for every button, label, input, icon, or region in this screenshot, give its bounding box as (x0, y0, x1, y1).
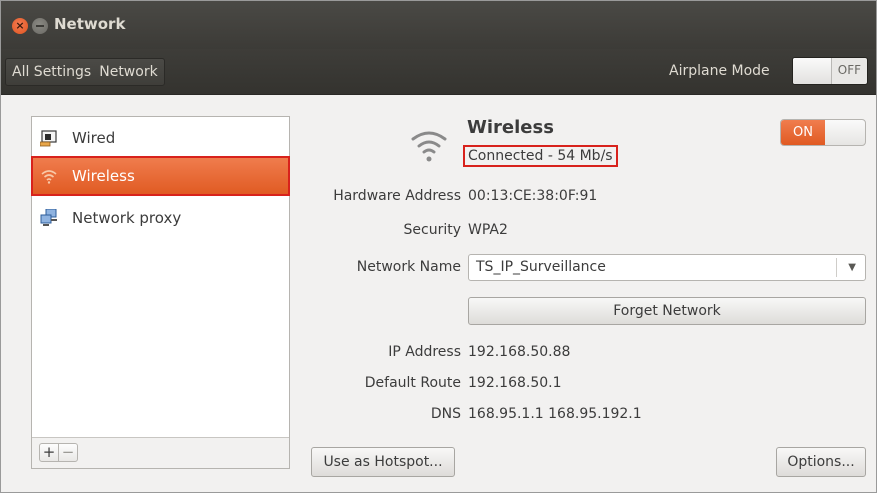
sidebar-item-network-proxy[interactable]: Network proxy (32, 199, 289, 237)
dns-label: DNS (430, 406, 461, 422)
use-as-hotspot-button[interactable]: Use as Hotspot... (311, 447, 455, 477)
dns-value: 168.95.1.1 168.95.192.1 (468, 406, 642, 422)
hardware-address-value: 00:13:CE:38:0F:91 (468, 188, 598, 204)
sidebar-item-wireless[interactable]: Wireless (31, 156, 290, 196)
connection-status: Connected - 54 Mb/s (463, 145, 618, 167)
window-title: Network (54, 15, 126, 33)
switch-knob (793, 58, 832, 84)
default-route-value: 192.168.50.1 (468, 375, 562, 391)
network-name-select[interactable]: TS_IP_Surveillance ▼ (468, 254, 866, 281)
toolbar: All Settings Network Airplane Mode OFF (1, 49, 876, 95)
connection-heading: Wireless (467, 117, 554, 138)
breadcrumb-all-settings[interactable]: All Settings (12, 64, 91, 80)
forget-network-button[interactable]: Forget Network (468, 297, 866, 325)
add-connection-button[interactable]: + (39, 443, 59, 462)
wireless-power-state: ON (781, 120, 825, 145)
airplane-mode-switch[interactable]: OFF (792, 57, 868, 85)
title-bar: × Network (1, 1, 876, 49)
network-name-value: TS_IP_Surveillance (476, 259, 606, 275)
security-value: WPA2 (468, 222, 508, 238)
chevron-down-icon: ▼ (848, 262, 856, 273)
sidebar-item-wired[interactable]: Wired (32, 119, 289, 157)
minimize-window-button[interactable] (32, 18, 48, 34)
connection-list: Wired Wireless Network proxy + − (31, 116, 290, 469)
wireless-power-switch[interactable]: ON (780, 119, 866, 146)
breadcrumb: All Settings Network (5, 58, 165, 86)
wifi-icon (40, 167, 58, 185)
combo-separator (836, 258, 837, 277)
wifi-signal-icon (407, 125, 451, 165)
remove-connection-button[interactable]: − (58, 443, 78, 462)
sidebar-item-label: Wireless (72, 167, 135, 185)
hardware-address-label: Hardware Address (333, 188, 461, 204)
proxy-icon (40, 208, 58, 227)
airplane-mode-label: Airplane Mode (669, 63, 770, 79)
network-name-label: Network Name (356, 259, 461, 275)
default-route-label: Default Route (364, 375, 461, 391)
ip-address-label: IP Address (388, 344, 461, 360)
ip-address-value: 192.168.50.88 (468, 344, 571, 360)
close-window-button[interactable]: × (12, 18, 28, 34)
sidebar-toolbar: + − (32, 437, 289, 468)
breadcrumb-network[interactable]: Network (99, 64, 157, 80)
sidebar-item-label: Wired (72, 129, 116, 147)
airplane-mode-state: OFF (837, 63, 861, 77)
network-settings-window: × Network All Settings Network Airplane … (0, 0, 877, 493)
wired-icon (39, 129, 58, 147)
sidebar-item-label: Network proxy (72, 209, 182, 227)
options-button[interactable]: Options... (776, 447, 866, 477)
security-label: Security (403, 222, 462, 238)
